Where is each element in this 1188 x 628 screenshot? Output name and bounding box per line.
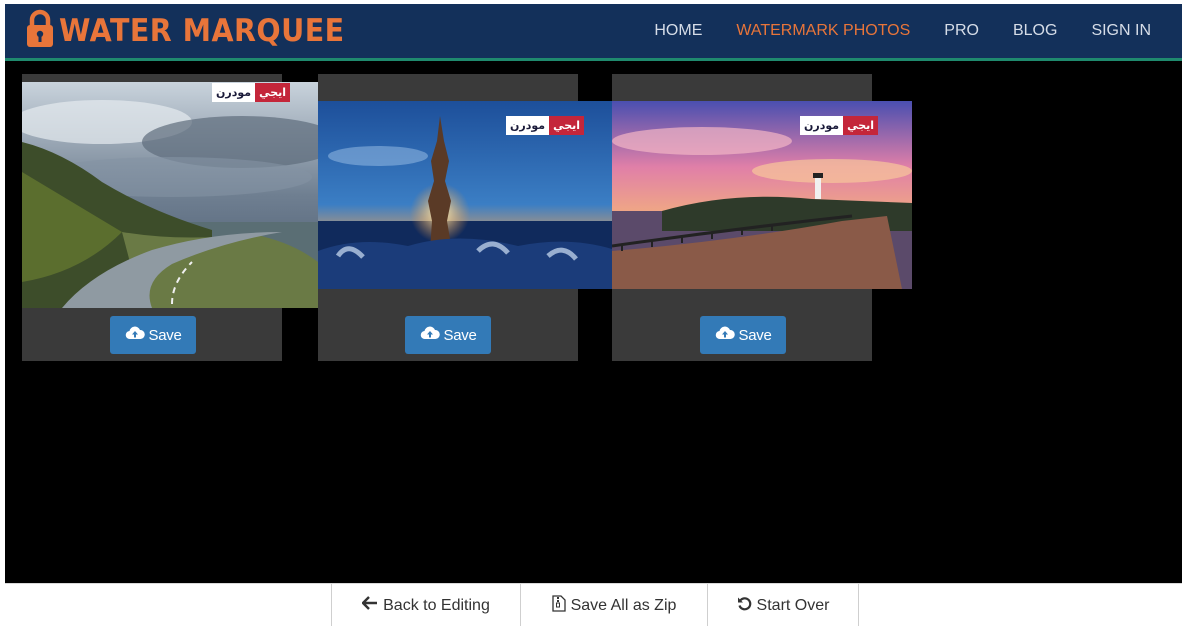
nav-sign-in[interactable]: SIGN IN <box>1074 22 1168 40</box>
watermark-part1: ايجي <box>255 82 291 102</box>
watermark-part1: ايجي <box>549 115 585 135</box>
save-all-zip-button[interactable]: Save All as Zip <box>520 584 707 626</box>
start-over-label: Start Over <box>756 596 830 614</box>
bottom-toolbar: Back to Editing Save All as Zip Start Ov… <box>5 583 1182 626</box>
zip-label: Save All as Zip <box>570 596 677 614</box>
navbar: WATER MARQUEE HOME WATERMARK PHOTOS PRO … <box>5 4 1182 61</box>
undo-icon <box>737 596 752 616</box>
arrow-left-icon <box>361 596 378 615</box>
lock-icon <box>25 9 55 54</box>
save-button-2[interactable]: Save <box>405 316 491 354</box>
main-nav: HOME WATERMARK PHOTOS PRO BLOG SIGN IN <box>637 4 1168 58</box>
zip-file-icon <box>551 594 566 617</box>
nav-home[interactable]: HOME <box>637 22 719 40</box>
photo-coastal-road: مودرن ايجي <box>22 82 318 308</box>
save-label: Save <box>443 326 477 344</box>
nav-watermark-photos[interactable]: WATERMARK PHOTOS <box>719 22 927 40</box>
nav-blog[interactable]: BLOG <box>996 22 1074 40</box>
cloud-upload-icon <box>420 326 440 344</box>
watermark-3: مودرن ايجي <box>800 115 879 135</box>
app-frame: WATER MARQUEE HOME WATERMARK PHOTOS PRO … <box>5 4 1182 626</box>
photo-lighthouse-road: مودرن ايجي <box>612 101 912 289</box>
start-over-button[interactable]: Start Over <box>707 584 859 626</box>
photo-rock-stack: مودرن ايجي <box>318 101 612 289</box>
watermark-2: مودرن ايجي <box>506 115 585 135</box>
brand-title: WATER MARQUEE <box>59 13 345 49</box>
watermark-part1: ايجي <box>843 115 879 135</box>
brand-logo[interactable]: WATER MARQUEE <box>25 9 369 54</box>
back-label: Back to Editing <box>383 596 490 614</box>
cloud-upload-icon <box>715 326 735 344</box>
watermark-1: مودرن ايجي <box>212 82 291 102</box>
save-button-3[interactable]: Save <box>700 316 786 354</box>
nav-pro[interactable]: PRO <box>927 22 996 40</box>
watermark-part2: مودرن <box>506 115 550 135</box>
save-label: Save <box>148 326 182 344</box>
back-to-editing-button[interactable]: Back to Editing <box>331 584 520 626</box>
save-button-1[interactable]: Save <box>110 316 196 354</box>
watermark-part2: مودرن <box>800 115 844 135</box>
cloud-upload-icon <box>125 326 145 344</box>
action-button-group: Back to Editing Save All as Zip Start Ov… <box>331 584 859 626</box>
watermark-part2: مودرن <box>212 82 256 102</box>
save-label: Save <box>738 326 772 344</box>
